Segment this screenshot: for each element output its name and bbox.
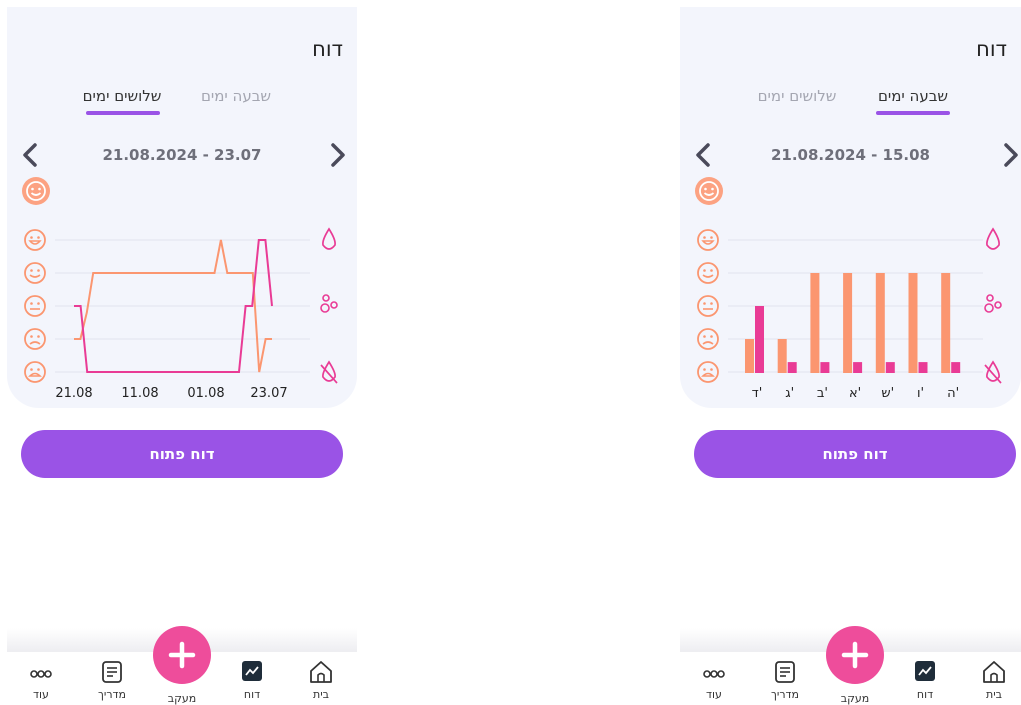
- happy-face-icon: [697, 262, 719, 284]
- home-icon: [983, 661, 1005, 683]
- nav-label-report: דוח: [243, 688, 261, 701]
- sad-face-icon: [24, 328, 46, 350]
- nav-label-guide: מדריך: [97, 688, 127, 701]
- bar-0: [810, 273, 820, 373]
- report-screen-7-days: דוח שבעה ימים שלושים ימים 21.08.2024 - 1…: [680, 0, 1021, 705]
- guide-icon: [102, 661, 122, 683]
- happy-face-icon: [695, 177, 723, 205]
- nav-item-more[interactable]: עוד: [16, 660, 66, 701]
- x-tick-label: ד': [752, 386, 763, 401]
- mood-bar-chart: ד' ג' ב' א' ש' ו' ה': [697, 227, 1002, 401]
- bar-1: [820, 362, 830, 373]
- x-tick-label: ב': [817, 386, 828, 401]
- nav-label-guide: מדריך: [770, 688, 800, 701]
- bar-1: [951, 362, 961, 373]
- very-happy-face-icon: [697, 229, 719, 251]
- add-tracking-button[interactable]: [153, 626, 211, 684]
- nav-item-more[interactable]: עוד: [689, 660, 739, 701]
- chart-icon: [915, 661, 935, 681]
- report-screen-30-days: דוח שבעה ימים שלושים ימים 21.08.2024 - 2…: [7, 0, 357, 705]
- very-sad-face-icon: [697, 361, 719, 383]
- plus-icon: [168, 641, 196, 669]
- drops-icon: [994, 301, 1002, 309]
- sad-face-icon: [697, 328, 719, 350]
- very-happy-face-icon: [24, 229, 46, 251]
- page-title: דוח: [976, 37, 1007, 61]
- more-icon: [30, 670, 52, 678]
- x-tick-label: 21.08: [55, 386, 92, 401]
- drops-icon: [322, 294, 330, 302]
- open-report-button[interactable]: דוח פתוח: [694, 430, 1016, 478]
- bar-1: [853, 362, 863, 373]
- happy-face-icon: [24, 262, 46, 284]
- tab-thirty-days[interactable]: שלושים ימים: [67, 87, 177, 105]
- drops-icon: [984, 303, 994, 313]
- drops-icon: [320, 303, 330, 313]
- bar-0: [875, 273, 885, 373]
- nav-item-report[interactable]: דוח: [900, 660, 950, 701]
- nav-label-home: בית: [985, 688, 1003, 701]
- add-tracking-button[interactable]: [826, 626, 884, 684]
- guide-icon: [775, 661, 795, 683]
- happy-face-icon: [22, 177, 50, 205]
- nav-item-home[interactable]: בית: [969, 660, 1019, 701]
- drop-icon: [986, 227, 1000, 250]
- bar-0: [941, 273, 951, 373]
- date-range: 21.08.2024 - 23.07: [102, 146, 262, 164]
- x-tick-label: א': [849, 386, 861, 401]
- nav-label-report: דוח: [916, 688, 934, 701]
- nav-label-home: בית: [312, 688, 330, 701]
- nav-item-home[interactable]: בית: [296, 660, 346, 701]
- nav-label-tracking: מעקב: [167, 692, 197, 705]
- drop-icon: [322, 227, 336, 250]
- bar-1: [755, 306, 764, 373]
- date-range: 21.08.2024 - 15.08: [770, 146, 930, 164]
- bar-0: [745, 339, 754, 373]
- nav-label-more: עוד: [33, 688, 49, 701]
- neutral-face-icon: [697, 295, 719, 317]
- x-tick-label: 11.08: [121, 386, 158, 401]
- bar-1: [787, 362, 797, 373]
- nav-item-guide[interactable]: מדריך: [87, 660, 137, 701]
- very-sad-face-icon: [24, 361, 46, 383]
- x-tick-label: ג': [785, 386, 794, 401]
- drops-icon: [330, 301, 338, 309]
- tab-seven-days[interactable]: שבעה ימים: [858, 87, 968, 105]
- x-tick-label: ש': [881, 386, 894, 401]
- tab-seven-days[interactable]: שבעה ימים: [181, 87, 291, 105]
- plus-icon: [841, 641, 869, 669]
- home-icon: [310, 661, 332, 683]
- nav-item-guide[interactable]: מדריך: [760, 660, 810, 701]
- more-icon: [703, 670, 725, 678]
- x-tick-label: 23.07: [250, 386, 287, 401]
- x-tick-label: ה': [947, 386, 959, 401]
- nav-item-report[interactable]: דוח: [227, 660, 277, 701]
- drops-icon: [986, 294, 994, 302]
- bar-1: [885, 362, 895, 373]
- open-report-button[interactable]: דוח פתוח: [21, 430, 343, 478]
- mood-line-chart: 21.08 11.08 01.08 23.07: [24, 227, 338, 401]
- bar-0: [777, 339, 787, 373]
- bar-0: [843, 273, 853, 373]
- page-title: דוח: [312, 37, 343, 61]
- nav-label-tracking: מעקב: [840, 692, 870, 705]
- x-tick-label: 01.08: [187, 386, 224, 401]
- tab-thirty-days[interactable]: שלושים ימים: [742, 87, 852, 105]
- nav-label-more: עוד: [706, 688, 722, 701]
- bar-1: [918, 362, 928, 373]
- chart-icon: [242, 661, 262, 681]
- report-card: דוח שבעה ימים שלושים ימים 21.08.2024 - 1…: [680, 7, 1021, 408]
- neutral-face-icon: [24, 295, 46, 317]
- report-card: דוח שבעה ימים שלושים ימים 21.08.2024 - 2…: [7, 7, 357, 408]
- active-tab-indicator: [876, 111, 950, 115]
- x-tick-label: ו': [917, 386, 924, 401]
- bar-0: [908, 273, 918, 373]
- active-tab-indicator: [86, 111, 160, 115]
